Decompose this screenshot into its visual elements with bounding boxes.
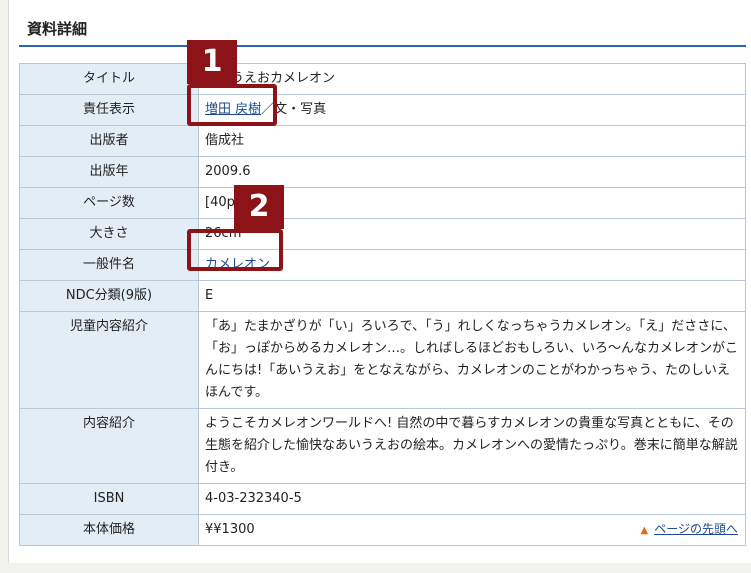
- callout-box-2: [187, 229, 283, 271]
- table-row: 児童内容紹介 「あ」たまかざりが「い」ろいろで、「う」れしくなっちゃうカメレオン…: [19, 311, 746, 409]
- table-row: ISBN 4-03-232340-5: [19, 483, 746, 515]
- row-label: ISBN: [19, 483, 199, 515]
- row-label: 本体価格: [19, 514, 199, 546]
- table-row: 一般件名 カメレオン: [19, 249, 746, 281]
- table-row: NDC分類(9版) E: [19, 280, 746, 312]
- children-summary-value: 「あ」たまかざりが「い」ろいろで、「う」れしくなっちゃうカメレオン。「え」だささ…: [198, 311, 746, 409]
- table-row: 出版者 偕成社: [19, 125, 746, 157]
- row-label: 責任表示: [19, 94, 199, 126]
- summary-value: ようこそカメレオンワールドへ! 自然の中で暮らすカメレオンの貴重な写真とともに、…: [198, 408, 746, 484]
- table-row: 本体価格 ¥¥1300: [19, 514, 746, 546]
- callout-number-1: 1: [187, 40, 237, 84]
- callout-number-2: 2: [234, 185, 284, 229]
- table-row: タイトル あいうえおカメレオン: [19, 63, 746, 95]
- author-value: 増田 戻樹／文・写真: [198, 94, 746, 126]
- detail-panel: 資料詳細 タイトル あいうえおカメレオン 責任表示 増田 戻樹／文・写真 出版者…: [8, 0, 751, 563]
- row-label: 一般件名: [19, 249, 199, 281]
- row-label: 児童内容紹介: [19, 311, 199, 409]
- row-label: 出版者: [19, 125, 199, 157]
- row-label: 内容紹介: [19, 408, 199, 484]
- publisher-value: 偕成社: [198, 125, 746, 157]
- row-label: 大きさ: [19, 218, 199, 250]
- detail-table: タイトル あいうえおカメレオン 責任表示 増田 戻樹／文・写真 出版者 偕成社 …: [19, 63, 746, 546]
- title-value: あいうえおカメレオン: [198, 63, 746, 95]
- row-label: タイトル: [19, 63, 199, 95]
- table-row: 大きさ 26cm: [19, 218, 746, 250]
- title-divider: [19, 45, 746, 47]
- isbn-value: 4-03-232340-5: [198, 483, 746, 515]
- year-value: 2009.6: [198, 156, 746, 188]
- row-label: 出版年: [19, 156, 199, 188]
- ndc-value: E: [198, 280, 746, 312]
- row-label: NDC分類(9版): [19, 280, 199, 312]
- table-row: 責任表示 増田 戻樹／文・写真: [19, 94, 746, 126]
- triangle-up-icon: ▲: [640, 525, 649, 536]
- row-label: ページ数: [19, 187, 199, 219]
- page-top-link[interactable]: ページの先頭へ: [654, 522, 738, 536]
- section-title: 資料詳細: [27, 20, 88, 38]
- table-row: 内容紹介 ようこそカメレオンワールドへ! 自然の中で暮らすカメレオンの貴重な写真…: [19, 408, 746, 484]
- page-top-link-wrap: ▲ ページの先頭へ: [641, 520, 738, 537]
- callout-box-1: [187, 84, 277, 126]
- table-row: ページ数 [40p]: [19, 187, 746, 219]
- table-row: 出版年 2009.6: [19, 156, 746, 188]
